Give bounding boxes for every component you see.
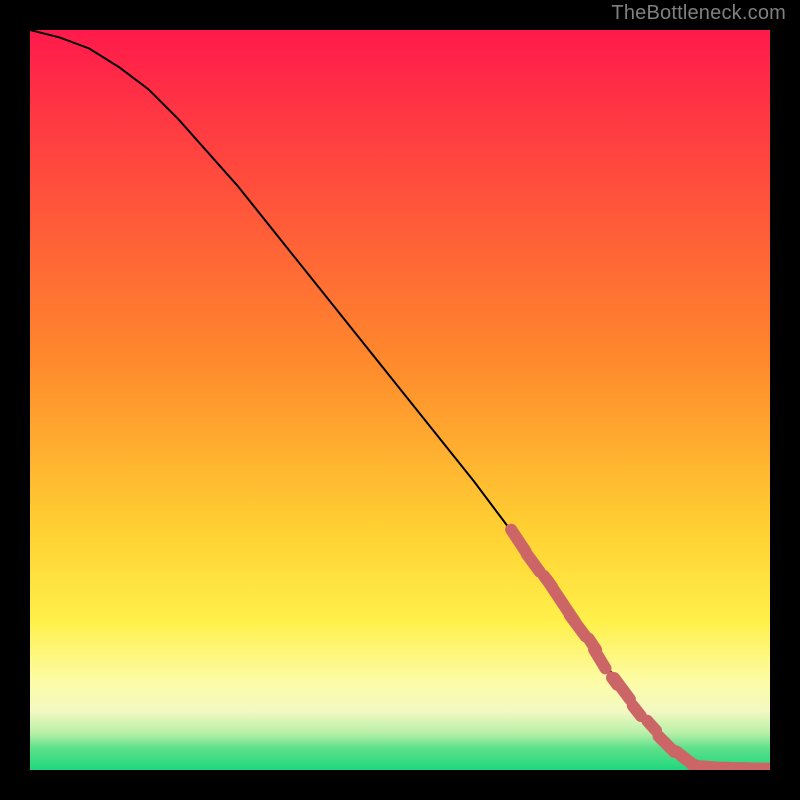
highlight-dot xyxy=(633,706,641,716)
gradient-background xyxy=(30,30,770,770)
bottleneck-chart xyxy=(30,30,770,770)
attribution-label: TheBottleneck.com xyxy=(611,2,786,25)
plot-area xyxy=(30,30,770,770)
chart-stage: TheBottleneck.com xyxy=(0,0,800,800)
highlight-dot xyxy=(647,721,656,731)
